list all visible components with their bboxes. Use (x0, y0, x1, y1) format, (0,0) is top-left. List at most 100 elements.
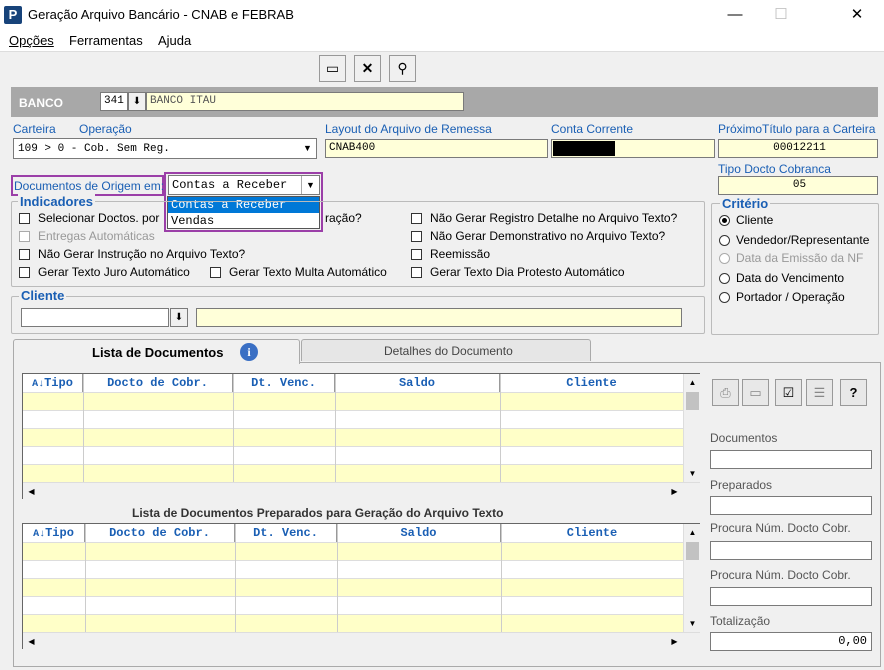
prepared-grid[interactable]: A↓Tipo Docto de Cobr. Dt. Venc. Saldo Cl… (22, 523, 701, 650)
scroll-up-icon[interactable]: ▲ (684, 524, 701, 541)
carteira-operacao-value: 109 > 0 - Cob. Sem Reg. (18, 143, 170, 155)
criterio-vendedor-radio[interactable] (719, 235, 730, 246)
multa-checkbox[interactable] (210, 267, 221, 278)
table-row[interactable] (23, 578, 683, 596)
banco-lookup-icon[interactable]: ⬇ (128, 92, 146, 111)
table-row[interactable] (23, 614, 683, 632)
help-button[interactable]: ? (840, 379, 867, 406)
proximo-label: PróximoTítulo para a Carteira (718, 122, 876, 136)
check-icon[interactable]: ☑ (775, 379, 802, 406)
table-row[interactable] (23, 446, 683, 464)
tipo-docto-field: 05 (718, 176, 878, 195)
nao-gerar-demonstrativo-checkbox[interactable] (411, 231, 422, 242)
criterio-portador-radio[interactable] (719, 292, 730, 303)
nao-gerar-registro-checkbox[interactable] (411, 213, 422, 224)
col-saldo[interactable]: Saldo (335, 374, 500, 392)
scroll-thumb[interactable] (686, 392, 699, 410)
banco-name-field: BANCO ITAU (146, 92, 464, 111)
horizontal-scrollbar[interactable]: ◀ ▶ (23, 482, 700, 500)
scroll-down-icon[interactable]: ▼ (684, 465, 701, 482)
dropdown-arrow-icon[interactable]: ▼ (301, 176, 319, 194)
cliente-code-input[interactable] (21, 308, 169, 327)
preparados-label: Preparados (710, 478, 773, 492)
blank-icon[interactable]: ▭ (742, 379, 769, 406)
minimize-button[interactable]: — (712, 0, 758, 30)
juro-checkbox[interactable] (19, 267, 30, 278)
print-icon[interactable]: ⎙ (712, 379, 739, 406)
maximize-button[interactable]: ☐ (758, 0, 804, 30)
selecionar-label: Selecionar Doctos. por (38, 211, 160, 225)
reemissao-checkbox[interactable] (411, 249, 422, 260)
tab-lista-label: Lista de Documentos (92, 345, 224, 360)
col-cliente-2[interactable]: Cliente (501, 524, 683, 542)
window-icon[interactable]: ▭ (319, 55, 346, 82)
table-row[interactable] (23, 596, 683, 614)
procura1-label: Procura Núm. Docto Cobr. (710, 521, 851, 535)
grid2-title: Lista de Documentos Preparados para Gera… (132, 506, 504, 520)
table-row[interactable] (23, 542, 683, 560)
selecionar-checkbox[interactable] (19, 213, 30, 224)
scroll-up-icon[interactable]: ▲ (684, 374, 701, 391)
conta-label: Conta Corrente (551, 122, 634, 136)
delete-icon[interactable]: ✕ (354, 55, 381, 82)
conta-redacted (553, 141, 615, 156)
close-window-button[interactable]: ✕ (834, 0, 880, 30)
criterio-emissao-radio (719, 253, 730, 264)
criterio-title: Critério (720, 196, 771, 211)
col-tipo[interactable]: A↓Tipo (23, 374, 83, 392)
multa-label: Gerar Texto Multa Automático (229, 265, 387, 279)
scroll-thumb[interactable] (686, 542, 699, 560)
scroll-left-icon[interactable]: ◀ (23, 633, 40, 650)
col-docto[interactable]: Docto de Cobr. (83, 374, 233, 392)
reemissao-label: Reemissão (430, 247, 491, 261)
vertical-scrollbar-2[interactable]: ▲ ▼ (683, 524, 701, 632)
procura2-input[interactable] (710, 587, 872, 606)
protesto-checkbox[interactable] (411, 267, 422, 278)
horizontal-scrollbar-2[interactable]: ◀ ▶ (23, 632, 700, 650)
documents-grid[interactable]: A↓Tipo Docto de Cobr. Dt. Venc. Saldo Cl… (22, 373, 701, 500)
info-icon[interactable]: i (240, 343, 258, 361)
documentos-field (710, 450, 872, 469)
selecionar-label-tail: ração? (325, 211, 362, 225)
tipo-docto-label: Tipo Docto Cobranca (718, 162, 831, 176)
table-row[interactable] (23, 428, 683, 446)
menu-opcoes[interactable]: Opções (9, 33, 54, 48)
col-dt-venc-2[interactable]: Dt. Venc. (235, 524, 337, 542)
criterio-cliente-label: Cliente (736, 213, 774, 227)
col-dt-venc[interactable]: Dt. Venc. (233, 374, 335, 392)
operacao-label: Operação (79, 122, 132, 136)
carteira-operacao-select[interactable]: 109 > 0 - Cob. Sem Reg. (13, 138, 317, 159)
documentos-label: Documentos (710, 431, 778, 445)
menu-ajuda[interactable]: Ajuda (158, 33, 191, 48)
nao-gerar-instrucao-checkbox[interactable] (19, 249, 30, 260)
scroll-right-icon[interactable]: ▶ (666, 633, 683, 650)
col-docto-2[interactable]: Docto de Cobr. (85, 524, 235, 542)
scroll-down-icon[interactable]: ▼ (684, 615, 701, 632)
table-row[interactable] (23, 560, 683, 578)
banco-code-input[interactable]: 341 (100, 92, 128, 111)
table-row[interactable] (23, 410, 683, 428)
table-row[interactable] (23, 392, 683, 410)
col-saldo-2[interactable]: Saldo (337, 524, 501, 542)
criterio-cliente-radio[interactable] (719, 215, 730, 226)
criterio-vencimento-radio[interactable] (719, 273, 730, 284)
cliente-lookup-icon[interactable]: ⬇ (170, 308, 188, 327)
col-cliente[interactable]: Cliente (500, 374, 683, 392)
scroll-right-icon[interactable]: ▶ (666, 483, 683, 500)
vertical-scrollbar[interactable]: ▲ ▼ (683, 374, 701, 482)
nao-gerar-demonstrativo-label: Não Gerar Demonstrativo no Arquivo Texto… (430, 229, 666, 243)
chevron-down-icon[interactable]: ▼ (299, 139, 316, 158)
col-tipo-2[interactable]: A↓Tipo (23, 524, 85, 542)
banco-label: BANCO (19, 96, 63, 110)
criterio-portador-label: Portador / Operação (736, 290, 845, 304)
binoculars-icon[interactable]: ⚲ (389, 55, 416, 82)
document-icon[interactable]: ☰ (806, 379, 833, 406)
criterio-vencimento-label: Data do Vencimento (736, 271, 845, 285)
doc-origem-select[interactable]: Contas a Receber (168, 175, 320, 195)
menu-ferramentas[interactable]: Ferramentas (69, 33, 143, 48)
procura1-input[interactable] (710, 541, 872, 560)
totalizacao-field: 0,00 (710, 632, 872, 651)
tab-detalhes-label: Detalhes do Documento (384, 344, 513, 358)
scroll-left-icon[interactable]: ◀ (23, 483, 40, 500)
table-row[interactable] (23, 464, 683, 482)
